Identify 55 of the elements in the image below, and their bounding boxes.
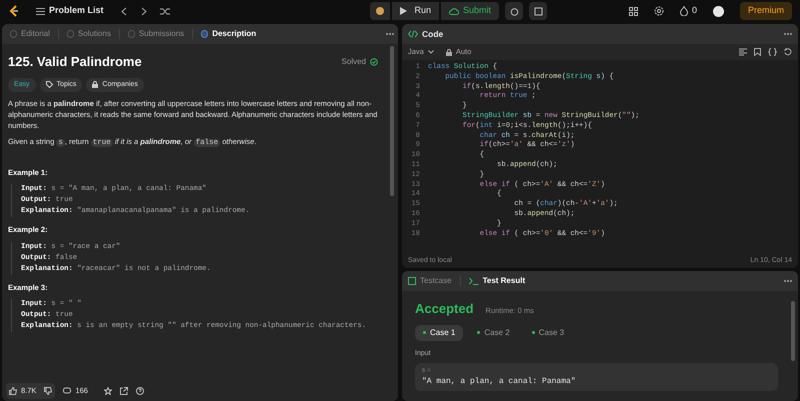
lock-icon: [446, 48, 452, 56]
list-icon: [36, 6, 45, 16]
next-icon[interactable]: [140, 6, 148, 16]
reset-icon[interactable]: [784, 48, 792, 56]
case-tab[interactable]: Case 3: [524, 324, 572, 340]
shuffle-icon[interactable]: [160, 6, 170, 16]
case-tab[interactable]: Case 1: [415, 324, 464, 340]
tab[interactable]: Test Result: [468, 275, 526, 287]
tab[interactable]: Editorial: [6, 26, 54, 42]
cloud-icon: [449, 7, 460, 15]
panel-title: Code: [422, 28, 444, 40]
submit-button[interactable]: Submit: [441, 2, 500, 20]
scrollbar[interactable]: [791, 301, 795, 361]
tag-icon: [46, 81, 53, 88]
code-icon: [408, 30, 418, 38]
chevron-down-icon: [428, 50, 434, 54]
tab[interactable]: Submissions: [124, 26, 188, 42]
help-icon[interactable]: [136, 387, 144, 395]
run-button[interactable]: Run: [392, 2, 440, 20]
checkbox-icon: [408, 277, 416, 285]
premium-button[interactable]: Premium: [740, 2, 792, 20]
case-tab[interactable]: Case 2: [469, 324, 518, 340]
bookmark-icon[interactable]: [754, 48, 761, 56]
thumbs-up-icon: [9, 387, 17, 395]
tab[interactable]: Description: [197, 26, 260, 42]
lock-icon: [92, 81, 98, 88]
terminal-icon: [468, 277, 479, 285]
scrollbar[interactable]: [390, 46, 394, 196]
settings-icon[interactable]: [654, 6, 664, 16]
braces-icon[interactable]: [768, 48, 777, 56]
thumbs-down-icon[interactable]: [44, 387, 52, 395]
grid-icon[interactable]: [628, 6, 638, 16]
previous-icon[interactable]: [120, 6, 128, 16]
timer-button[interactable]: [505, 2, 524, 20]
solved-status: Solved: [342, 56, 366, 68]
problem-title: 125. Valid Palindrome: [8, 53, 142, 71]
result-status: Accepted: [415, 300, 474, 318]
avatar[interactable]: [712, 6, 724, 16]
points-count: 0: [692, 4, 697, 18]
debug-button[interactable]: [370, 2, 390, 20]
tab[interactable]: Solutions: [62, 26, 115, 42]
check-circle-icon: [370, 58, 378, 66]
problem-list-link[interactable]: Problem List: [49, 4, 104, 18]
play-icon: [400, 7, 407, 15]
share-icon[interactable]: [120, 387, 128, 395]
tab[interactable]: Testcase: [408, 275, 452, 287]
flame-icon[interactable]: [680, 6, 688, 16]
comment-icon: [63, 387, 72, 395]
alarm-icon: [510, 6, 519, 16]
note-button[interactable]: [529, 2, 548, 20]
format-icon[interactable]: [739, 48, 747, 56]
logo-icon[interactable]: [8, 4, 20, 18]
note-icon: [534, 6, 543, 16]
star-icon[interactable]: [104, 387, 112, 395]
input-value: "A man, a plan, a canal: Panama": [422, 376, 577, 388]
